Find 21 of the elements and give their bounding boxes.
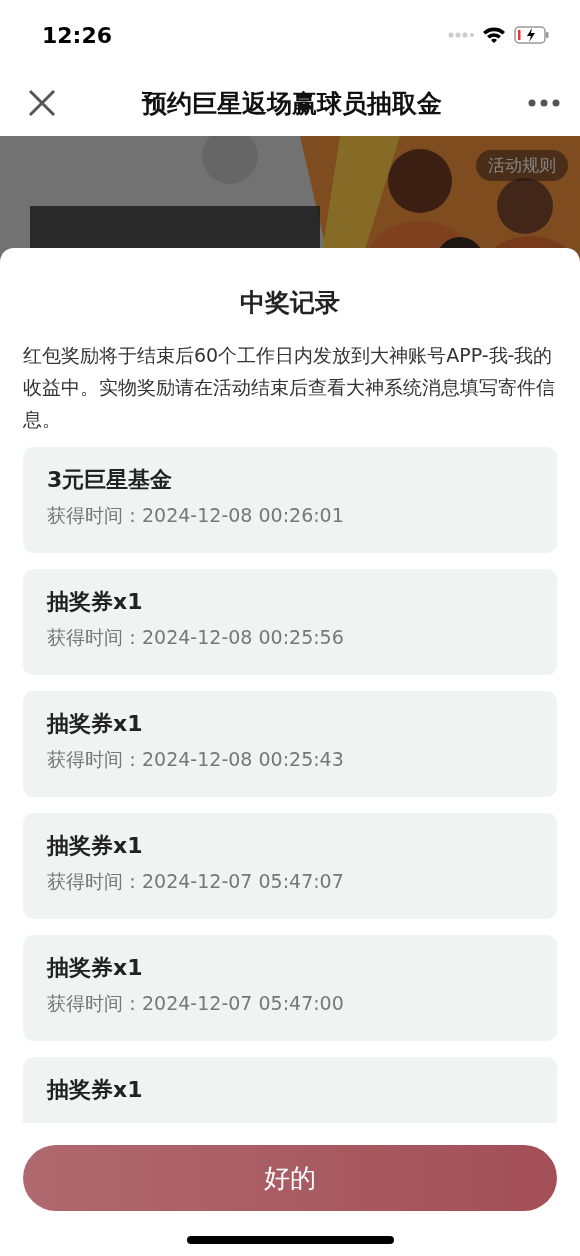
ok-button[interactable]: 好的 <box>23 1145 557 1211</box>
prize-name: 抽奖券x1 <box>47 954 144 982</box>
more-icon[interactable] <box>528 99 560 107</box>
notice-text: 红包奖励将于结束后60个工作日内发放到大神账号APP-我-我的收益中。实物奖励请在活动结束后查看大神系统消息填写寄件信息。 <box>23 343 556 432</box>
signal-icon <box>448 32 474 38</box>
status-time: 12:26 <box>42 22 113 48</box>
record-time: 获得时间：2024-12-07 05:47:00 <box>47 991 345 1016</box>
record-time: 获得时间：2024-12-08 00:25:56 <box>47 625 345 650</box>
prize-name: 抽奖券x1 <box>47 588 144 616</box>
record-time: 获得时间：2024-12-08 00:26:01 <box>47 503 345 528</box>
record-time: 获得时间：2024-12-07 05:47:07 <box>47 869 345 894</box>
record-time: 获得时间：2024-12-08 00:25:43 <box>47 747 345 772</box>
prize-name: 抽奖券x1 <box>47 832 144 860</box>
prize-name: 抽奖券x1 <box>47 1076 144 1104</box>
battery-icon <box>514 26 550 44</box>
close-icon[interactable] <box>28 89 56 117</box>
page-title: 预约巨星返场赢球员抽取金 <box>142 87 442 120</box>
prize-name: 抽奖券x1 <box>47 710 144 738</box>
sheet-title: 中奖记录 <box>239 287 341 319</box>
wifi-icon <box>482 26 506 44</box>
prize-name: 3元巨星基金 <box>47 466 174 494</box>
